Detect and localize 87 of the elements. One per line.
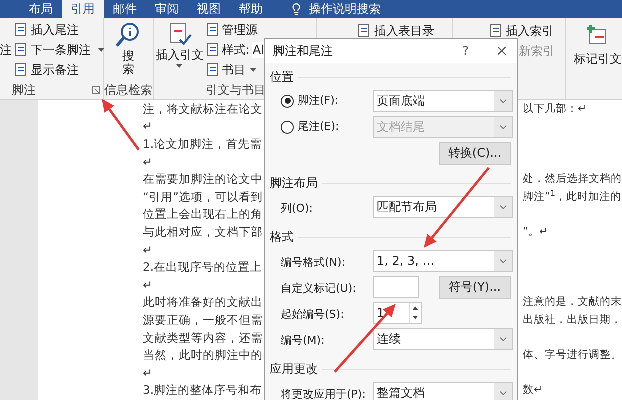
dialog-button[interactable]: 转换(C)... xyxy=(439,142,511,164)
dropdown-field[interactable]: 连续 xyxy=(373,328,513,350)
document-text: 处，然后选择文档的 xyxy=(523,172,622,186)
radio-button[interactable] xyxy=(281,94,294,108)
document-icon xyxy=(206,23,220,37)
document-text: 当然，此时的脚注中的 xyxy=(143,348,264,362)
document-text: 位置上会出现右上的角 xyxy=(143,207,264,222)
style-field[interactable]: Al xyxy=(252,42,264,58)
search-icon xyxy=(115,22,142,48)
ribbon-tab[interactable]: 引用 xyxy=(62,0,104,18)
document-text: 注意的是，文献的末 xyxy=(523,295,622,310)
dialog-button[interactable]: 符号(Y)... xyxy=(439,276,511,298)
dialog-launcher-icon[interactable] xyxy=(92,86,100,94)
document-icon xyxy=(14,23,28,37)
document-text: ↵ xyxy=(143,154,154,169)
ribbon-item[interactable]: 显示备注 xyxy=(12,60,105,80)
document-icon xyxy=(14,63,28,77)
ribbon-item[interactable]: 插入尾注 xyxy=(12,20,105,40)
section-header: 格式 xyxy=(270,229,294,246)
document-text: ↵ xyxy=(143,119,154,134)
ribbon-item[interactable]: 下一条脚注 xyxy=(12,40,105,60)
spin-field[interactable]: 1 xyxy=(373,302,422,324)
group-title: 脚注 xyxy=(12,82,36,99)
document-text: ↵ xyxy=(143,242,154,257)
ribbon-item[interactable]: 插入索引 xyxy=(489,21,565,41)
document-text: ↵ xyxy=(143,278,154,292)
lightbulb-icon xyxy=(290,2,303,16)
document-text: 脚注”$^{1}$，此时加注的 xyxy=(523,190,622,204)
document-text: 数↵ xyxy=(523,383,544,398)
ribbon-item[interactable]: 管理源 xyxy=(206,20,264,40)
search-button[interactable]: 搜索 xyxy=(104,18,153,81)
document-text: “引用”选项，可以看到 xyxy=(143,190,264,204)
field-label: 起始编号(S): xyxy=(281,308,344,321)
field-label: 尾注(E): xyxy=(298,118,340,135)
ribbon-item[interactable]: 插入表目录 xyxy=(357,21,452,41)
mark-citation-button[interactable]: 标记引文 xyxy=(566,18,622,99)
ribbon-tab[interactable]: 审阅 xyxy=(146,0,188,18)
dropdown-field[interactable]: 整篇文档 xyxy=(373,382,513,400)
close-icon[interactable] xyxy=(495,44,509,58)
dropdown-field[interactable]: 1, 2, 3, … xyxy=(373,250,513,272)
group-title: 信息检索 xyxy=(104,82,152,99)
document-text: 体、字号进行调整。 xyxy=(523,348,622,362)
document-icon xyxy=(206,63,220,77)
dropdown-field[interactable]: 页面底端 xyxy=(373,90,513,112)
ribbon-item[interactable]: 样式: Al xyxy=(206,40,264,60)
insert-citation-button[interactable]: 插入引文 xyxy=(154,18,206,81)
ribbon-tab[interactable]: 帮助 xyxy=(230,0,272,18)
caret-icon xyxy=(98,48,105,52)
section-header: 应用更改 xyxy=(270,361,318,378)
document-icon xyxy=(206,43,220,57)
help-button[interactable]: ? xyxy=(462,42,469,60)
citation-icon xyxy=(168,22,192,46)
field-label: 列(O): xyxy=(281,202,313,215)
section-header: 脚注布局 xyxy=(270,175,318,192)
input-field[interactable] xyxy=(373,276,419,298)
document-text: 注，将文献标注在论文 xyxy=(143,102,264,116)
ribbon-tab[interactable]: 邮件 xyxy=(104,0,146,18)
document-text: 3.脚注的整体序号和布 xyxy=(143,383,263,398)
field-label: 自定义标记(U): xyxy=(281,282,356,295)
document-text: 1.论文加脚注，首先需 xyxy=(143,136,263,151)
field-label: 编号格式(N): xyxy=(281,256,346,269)
section-header: 位置 xyxy=(270,69,294,86)
ribbon-label: 注 xyxy=(0,42,12,58)
ribbon-tab[interactable]: 视图 xyxy=(188,0,230,18)
document-text: 此时将准备好的文献出 xyxy=(143,295,264,310)
annotation-arrow xyxy=(102,99,140,151)
document-text: 以下几部：↵ xyxy=(523,102,588,116)
document-icon xyxy=(14,43,28,57)
tell-me-search[interactable]: 操作说明搜索 xyxy=(309,0,381,18)
ribbon-tab[interactable]: 布局 xyxy=(20,0,62,18)
document-text: ↵ xyxy=(143,366,154,380)
caret-icon xyxy=(250,68,257,72)
document-text: 文献类型等内容，还需 xyxy=(143,330,264,345)
document-text: 源要正确，一般不但需 xyxy=(143,312,264,327)
document-text: 出版社，出版日期， xyxy=(523,312,622,327)
group-title: 引文与书目 xyxy=(206,82,266,99)
ribbon-item[interactable]: 书目 xyxy=(206,60,264,80)
document-text: 在需要加脚注的论文中 xyxy=(143,172,264,186)
document-text: ”。↵ xyxy=(523,224,550,239)
dropdown-field[interactable]: 匹配节布局 xyxy=(373,196,513,218)
caret-icon xyxy=(176,64,184,69)
field-label: 脚注(F): xyxy=(298,92,339,109)
dialog-title: 脚注和尾注 xyxy=(273,43,333,60)
field-label: 编号(M): xyxy=(281,334,325,347)
document-text: 2.在出现序号的位置上 xyxy=(143,260,263,274)
document-text: 与此相对应，文档下部 xyxy=(143,224,264,239)
field-label: 将更改应用于(P): xyxy=(281,388,366,400)
